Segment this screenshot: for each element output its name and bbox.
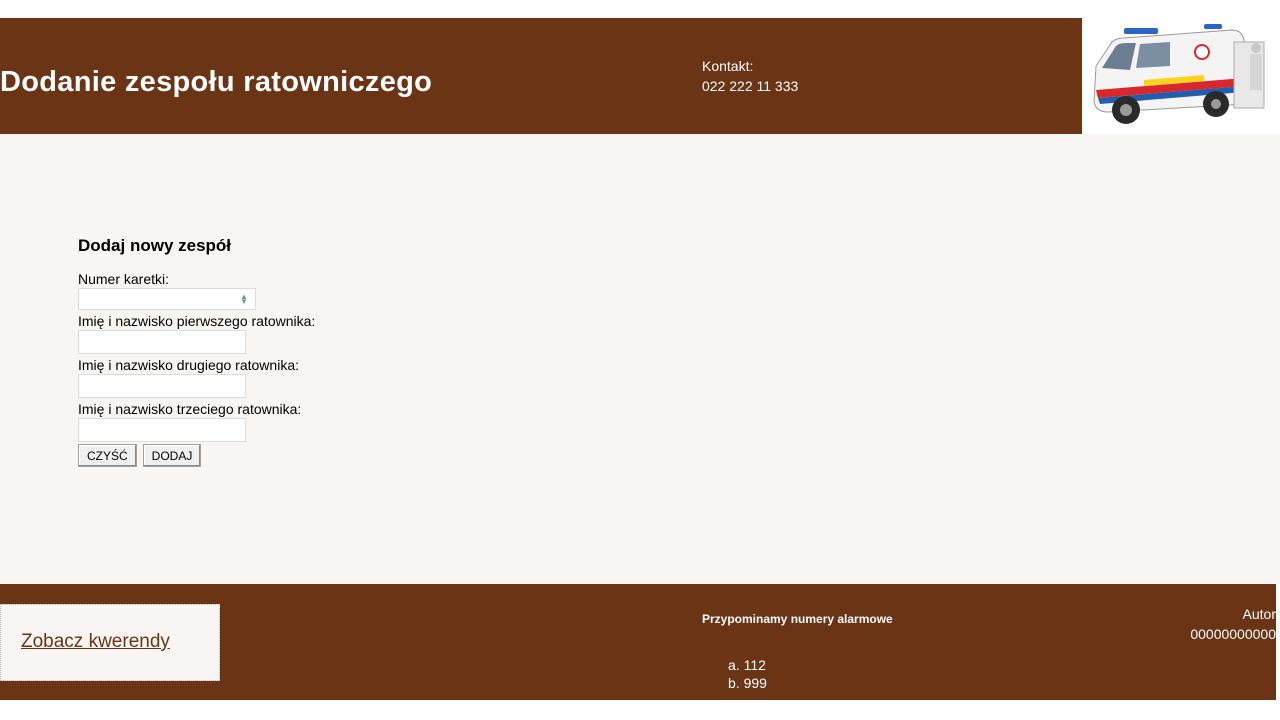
queries-panel: Zobacz kwerendy (0, 604, 220, 681)
main-content: Dodaj nowy zespół Numer karetki: ▲ ▼ Imię… (0, 134, 1280, 584)
add-team-form: Dodaj nowy zespół Numer karetki: ▲ ▼ Imię… (78, 236, 315, 467)
second-rescuer-label: Imię i nazwisko drugiego ratownika: (78, 357, 299, 373)
clear-button[interactable]: CZYŚĆ (78, 444, 137, 467)
ambulance-number-input[interactable]: ▲ ▼ (78, 288, 256, 310)
contact-phone: 022 222 11 333 (702, 78, 799, 94)
author-value: 00000000000 (1190, 626, 1276, 642)
page-title: Dodanie zespołu ratowniczego (0, 66, 433, 98)
number-spinner-icon[interactable]: ▲ ▼ (239, 293, 249, 306)
third-rescuer-input[interactable] (78, 418, 246, 442)
add-button[interactable]: DODAJ (142, 444, 202, 467)
emergency-number: a. 112 (728, 657, 766, 673)
author-label: Autor (1242, 606, 1276, 622)
contact-info: Kontakt: 022 222 11 333 (702, 56, 798, 96)
ambulance-image (1084, 18, 1280, 134)
third-rescuer-label: Imię i nazwisko trzeciego ratownika: (78, 401, 302, 417)
page-footer: Zobacz kwerendy Przypominamy numery alar… (0, 584, 1276, 700)
view-queries-link[interactable]: Zobacz kwerendy (21, 631, 170, 653)
emergency-numbers-title: Przypominamy numery alarmowe (702, 612, 893, 626)
form-buttons: CZYŚĆ DODAJ (78, 444, 315, 467)
form-title: Dodaj nowy zespół (78, 236, 232, 255)
ambulance-icon (1093, 24, 1265, 124)
author-info: Autor 00000000000 (1190, 604, 1276, 644)
emergency-number: b. 999 (728, 675, 767, 691)
first-rescuer-input[interactable] (78, 330, 246, 354)
first-rescuer-label: Imię i nazwisko pierwszego ratownika: (78, 313, 316, 329)
second-rescuer-input[interactable] (78, 374, 246, 398)
contact-label: Kontakt: (702, 58, 754, 74)
emergency-numbers-list: a. 112 b. 999 (728, 656, 767, 692)
ambulance-number-label: Numer karetki: (78, 271, 170, 287)
page-header: Dodanie zespołu ratowniczego Kontakt: 02… (0, 18, 1082, 134)
